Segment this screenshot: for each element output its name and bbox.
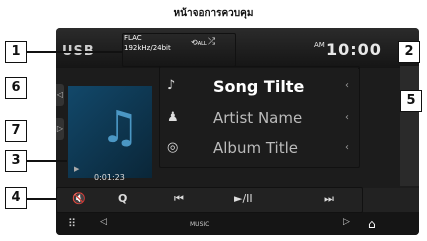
caption-title: หน้าจอการควบคุม — [173, 8, 254, 19]
music-note-icon: ♫ — [100, 102, 140, 153]
callout-5: 5 — [400, 90, 422, 112]
function-panel-tab[interactable]: ◁ — [400, 66, 419, 186]
callout-box-1 — [122, 33, 236, 67]
chevron-right-icon[interactable]: ▷ — [343, 217, 350, 227]
play-time: 0:01:23 — [94, 173, 125, 182]
callout-2: 2 — [398, 41, 420, 63]
clock: 10:00 — [326, 40, 382, 59]
callout-1: 1 — [5, 41, 27, 63]
chevron-left-icon[interactable]: ◁ — [100, 217, 107, 227]
callout-box-2 — [159, 66, 360, 168]
callout-4: 4 — [5, 187, 27, 209]
source-name: MUSIC — [190, 221, 210, 228]
grid-menu-icon[interactable]: ⠿ — [68, 217, 76, 230]
home-icon[interactable]: ⌂ — [368, 217, 376, 231]
callout-box-4 — [56, 187, 363, 213]
callout-line-1 — [27, 51, 122, 53]
media-list-tab[interactable]: ▷ — [56, 118, 64, 140]
status-bar: USB FLAC 192kHz/24bit ⟲ALL ⤮ AM 10:00 — [56, 28, 419, 68]
callout-6: 6 — [5, 77, 27, 99]
callout-3: 3 — [5, 150, 27, 172]
album-artwork[interactable]: ♫ — [68, 86, 152, 178]
callout-line-4 — [27, 198, 56, 200]
artwork-tab[interactable]: ◁ — [56, 84, 64, 106]
clock-ampm: AM — [314, 41, 325, 49]
play-status-icon: ▶ — [74, 165, 80, 173]
bottom-bar: ⠿ ◁ MUSIC ▷ ⌂ — [56, 212, 419, 235]
callout-line-2 — [358, 68, 360, 69]
callout-line-3 — [27, 160, 67, 162]
callout-7: 7 — [5, 120, 27, 142]
